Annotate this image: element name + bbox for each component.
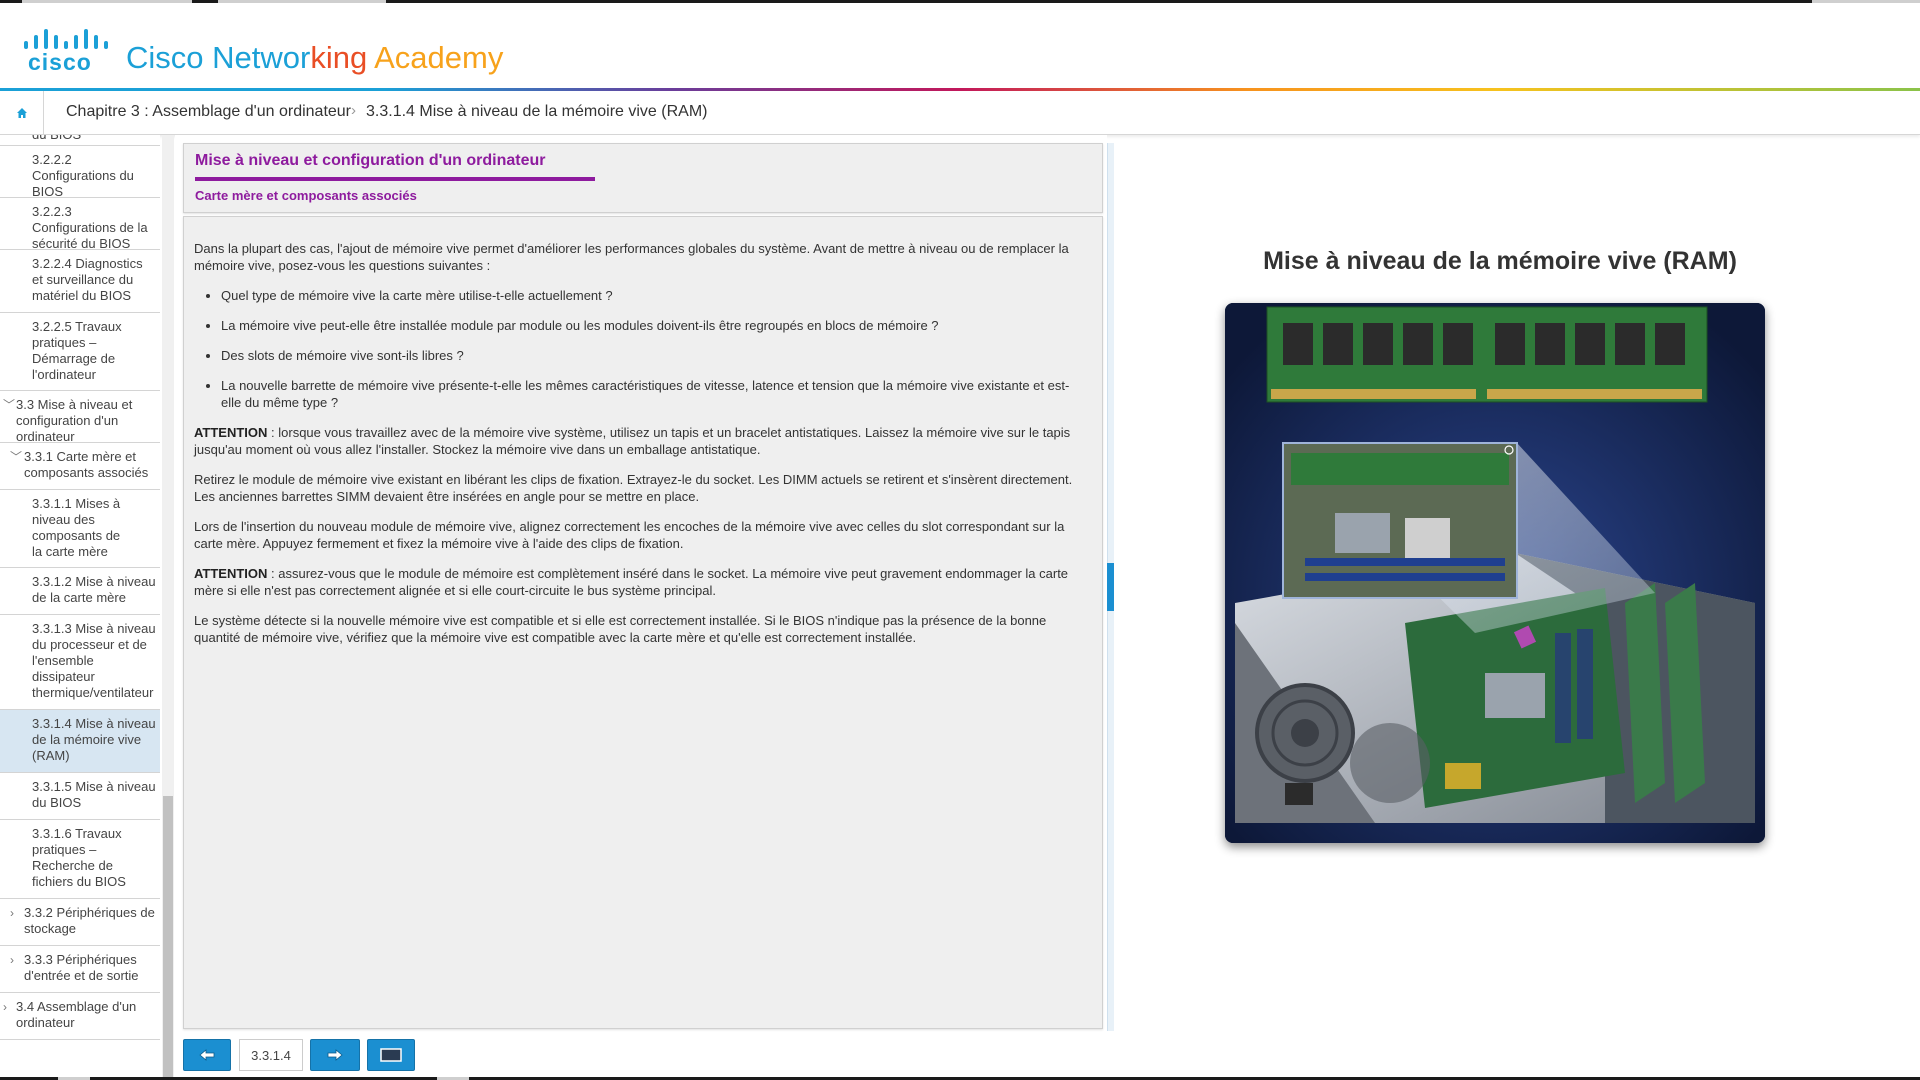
brand-part-3: Academy [367,40,504,75]
cisco-bars-icon [22,25,108,49]
page-title: Mise à niveau et configuration d'un ordi… [195,152,546,169]
home-icon [16,107,27,118]
chevron-down-icon: ﹀ [10,450,23,464]
previous-button[interactable] [183,1039,231,1071]
nav-item[interactable]: 3.2.2.3 Configurations de la sécurité du… [0,198,160,251]
brand-part-2: king [310,40,368,75]
chevron-right-icon: › [3,1000,7,1014]
pane-splitter-handle[interactable] [1107,563,1114,611]
attention-paragraph: ATTENTION : assurez-vous que le module d… [194,565,1087,599]
page-number: 3.3.1.4 [239,1039,303,1071]
nav-item-subsection[interactable]: ﹀ 3.3.1 Carte mère et composants associé… [0,443,160,490]
site-header: cisco Cisco Networking Academy [0,3,1920,88]
nav-item[interactable]: 3.3.1.3 Mise à niveau du processeur et d… [0,615,160,710]
nav-item-subsection[interactable]: › 3.3.3 Périphériques d'entrée et de sor… [0,946,160,993]
cisco-logo[interactable]: cisco [22,25,108,75]
chevron-right-icon: › [10,953,14,967]
paragraph: Le système détecte si la nouvelle mémoir… [194,613,1047,645]
nav-item[interactable]: 3.2.2.2 Configurations du BIOS [0,146,160,199]
chevron-down-icon: ﹀ [3,398,16,412]
brand-part-1: Cisco Networ [126,40,311,75]
cisco-wordmark: cisco [28,49,92,75]
ram-illustration-image [1225,303,1765,843]
nav-item[interactable]: du BIOS [0,135,160,146]
nav-item[interactable]: 3.3.1.5 Mise à niveau du BIOS [0,773,160,820]
nav-item[interactable]: 3.3.1.2 Mise à niveau de la carte mère [0,568,160,615]
arrow-left-icon [199,1049,215,1061]
topic-text: Dans la plupart des cas, l'ajout de mémo… [194,240,1087,659]
breadcrumb-current: 3.3.1.4 Mise à niveau de la mémoire vive… [366,103,708,120]
breadcrumb-chevron-icon: › [351,102,356,119]
nav-item[interactable]: 3.2.2.4 Diagnostics et surveillance du m… [0,250,160,313]
question-list: Quel type de mémoire vive la carte mère … [194,287,1087,411]
arrow-right-icon [327,1049,343,1061]
next-button[interactable] [310,1039,360,1071]
topic-header-panel: Mise à niveau et configuration d'un ordi… [183,143,1103,213]
paragraph: Lors de l'insertion du nouveau module de… [194,519,1065,551]
breadcrumb: Chapitre 3 : Assemblage d'un ordinateur … [0,91,1920,135]
topic-text-panel: Dans la plupart des cas, l'ajout de mémo… [183,216,1103,1029]
attention-label: ATTENTION [194,425,268,440]
attention-label: ATTENTION [194,566,268,581]
brand-title[interactable]: Cisco Networking Academy [126,40,503,76]
chevron-right-icon: › [10,906,14,920]
list-item: Des slots de mémoire vive sont-ils libre… [221,347,1087,364]
list-item: La nouvelle barrette de mémoire vive pré… [221,377,1087,411]
screen-icon [380,1048,402,1062]
list-item: Quel type de mémoire vive la carte mère … [221,287,1087,304]
paragraph: Dans la plupart des cas, l'ajout de mémo… [194,241,1069,273]
course-nav: du BIOS 3.2.2.2 Configurations du BIOS 3… [0,135,160,1080]
list-item: La mémoire vive peut-elle être installée… [221,317,1087,334]
page-subtitle: Carte mère et composants associés [195,188,417,203]
ram-upgrade-illustration[interactable] [1225,303,1765,843]
nav-item-selected[interactable]: 3.3.1.4 Mise à niveau de la mémoire vive… [0,710,160,773]
breadcrumb-chapter[interactable]: Chapitre 3 : Assemblage d'un ordinateur [66,103,351,121]
nav-item[interactable]: 3.3.1.1 Mises à niveau des composants de… [0,490,160,568]
attention-paragraph: ATTENTION : lorsque vous travaillez avec… [194,424,1087,458]
nav-item-section[interactable]: › 3.4 Assemblage d'un ordinateur [0,993,160,1040]
paragraph: Retirez le module de mémoire vive exista… [194,472,1073,504]
nav-item-subsection[interactable]: › 3.3.2 Périphériques de stockage [0,899,160,946]
attention-text: : assurez-vous que le module de mémoire … [194,566,1069,598]
attention-text: : lorsque vous travaillez avec de la mém… [194,425,1071,457]
nav-item[interactable]: 3.3.1.6 Travaux pratiques – Recherche de… [0,820,160,899]
media-title: Mise à niveau de la mémoire vive (RAM) [1263,247,1737,275]
nav-item[interactable]: 3.2.2.5 Travaux pratiques – Démarrage de… [0,313,160,391]
title-underline [195,177,595,181]
fullscreen-button[interactable] [367,1039,415,1071]
home-button[interactable] [0,91,44,134]
nav-item-section[interactable]: ﹀ 3.3 Mise à niveau et configuration d'u… [0,391,160,444]
nav-scrollbar-thumb[interactable] [163,796,173,1080]
